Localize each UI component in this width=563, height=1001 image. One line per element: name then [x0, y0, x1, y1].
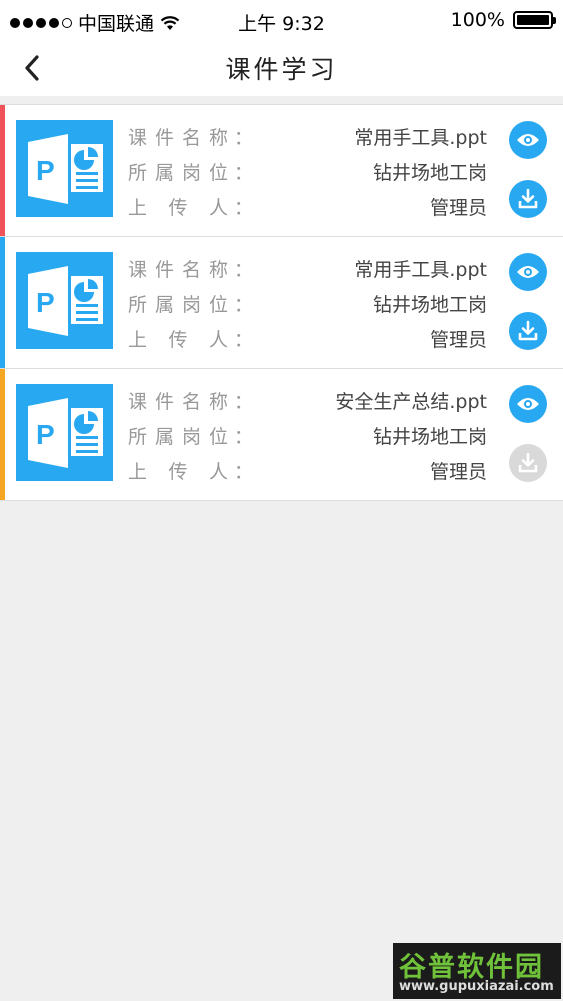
field-colon: ：: [234, 391, 254, 413]
download-button[interactable]: [509, 180, 547, 218]
field-label: 课件名称: [128, 127, 228, 149]
field-row-uploader: 上传人 ： 管理员: [128, 321, 487, 356]
view-button[interactable]: [509, 253, 547, 291]
field-colon: ：: [234, 426, 254, 448]
download-icon: [518, 188, 538, 209]
svg-text:P: P: [36, 419, 55, 450]
course-card[interactable]: P 课件名称 ： 常用手工具.ppt 所属岗位 ： 钻井场地工岗 上传人 ： 管理员: [0, 104, 563, 237]
course-name: 安全生产总结.ppt: [335, 391, 487, 413]
course-fields: 课件名称 ： 安全生产总结.ppt 所属岗位 ： 钻井场地工岗 上传人 ： 管理员: [128, 383, 487, 488]
battery-icon: [513, 11, 556, 29]
field-row-post: 所属岗位 ： 钻井场地工岗: [128, 154, 487, 189]
course-name: 常用手工具.ppt: [354, 259, 487, 281]
field-row-name: 课件名称 ： 常用手工具.ppt: [128, 119, 487, 154]
course-uploader: 管理员: [429, 329, 487, 351]
page-title: 课件学习: [225, 55, 338, 84]
field-row-name: 课件名称 ： 安全生产总结.ppt: [128, 383, 487, 418]
field-colon: ：: [234, 461, 254, 483]
course-fields: 课件名称 ： 常用手工具.ppt 所属岗位 ： 钻井场地工岗 上传人 ： 管理员: [128, 119, 487, 224]
download-button[interactable]: [509, 312, 547, 350]
course-card[interactable]: P 课件名称 ： 安全生产总结.ppt 所属岗位 ： 钻井场地工岗 上传人 ： 管理员: [0, 369, 563, 501]
watermark-logo: 谷普软件园 www.gupuxiazai.com: [393, 943, 561, 999]
field-colon: ：: [234, 329, 254, 351]
course-uploader: 管理员: [429, 461, 487, 483]
field-row-name: 课件名称 ： 常用手工具.ppt: [128, 251, 487, 286]
field-label: 上传人: [128, 197, 228, 219]
card-accent-bar: [0, 237, 5, 368]
svg-text:P: P: [36, 287, 55, 318]
download-icon: [518, 452, 538, 473]
course-post: 钻井场地工岗: [372, 294, 487, 316]
nav-bar: 课件学习: [0, 40, 563, 96]
card-accent-bar: [0, 105, 5, 236]
eye-icon: [517, 266, 539, 278]
status-bar: 中国联通 上午 9:32 100%: [0, 0, 563, 40]
view-button[interactable]: [509, 385, 547, 423]
ppt-file-icon: P: [16, 384, 113, 481]
status-right: 100%: [450, 9, 556, 31]
download-button: [509, 444, 547, 482]
card-accent-bar: [0, 369, 5, 500]
ppt-file-icon: P: [16, 252, 113, 349]
field-colon: ：: [234, 294, 254, 316]
field-row-post: 所属岗位 ： 钻井场地工岗: [128, 286, 487, 321]
field-label: 上传人: [128, 461, 228, 483]
field-label: 课件名称: [128, 391, 228, 413]
battery-percent: 100%: [450, 9, 505, 31]
watermark-url: www.gupuxiazai.com: [399, 979, 554, 994]
course-list: P 课件名称 ： 常用手工具.ppt 所属岗位 ： 钻井场地工岗 上传人 ： 管理员: [0, 104, 563, 501]
ppt-file-icon: P: [16, 120, 113, 217]
course-post: 钻井场地工岗: [372, 426, 487, 448]
svg-text:P: P: [36, 155, 55, 186]
eye-icon: [517, 398, 539, 410]
course-name: 常用手工具.ppt: [354, 127, 487, 149]
field-row-uploader: 上传人 ： 管理员: [128, 453, 487, 488]
field-colon: ：: [234, 162, 254, 184]
view-button[interactable]: [509, 121, 547, 159]
field-label: 课件名称: [128, 259, 228, 281]
field-label: 所属岗位: [128, 294, 228, 316]
field-label: 所属岗位: [128, 426, 228, 448]
course-fields: 课件名称 ： 常用手工具.ppt 所属岗位 ： 钻井场地工岗 上传人 ： 管理员: [128, 251, 487, 356]
download-icon: [518, 320, 538, 341]
field-label: 上传人: [128, 329, 228, 351]
field-colon: ：: [234, 259, 254, 281]
field-row-uploader: 上传人 ： 管理员: [128, 189, 487, 224]
field-row-post: 所属岗位 ： 钻井场地工岗: [128, 418, 487, 453]
course-uploader: 管理员: [429, 197, 487, 219]
field-label: 所属岗位: [128, 162, 228, 184]
field-colon: ：: [234, 127, 254, 149]
course-card[interactable]: P 课件名称 ： 常用手工具.ppt 所属岗位 ： 钻井场地工岗 上传人 ： 管理员: [0, 237, 563, 369]
field-colon: ：: [234, 197, 254, 219]
eye-icon: [517, 134, 539, 146]
course-post: 钻井场地工岗: [372, 162, 487, 184]
